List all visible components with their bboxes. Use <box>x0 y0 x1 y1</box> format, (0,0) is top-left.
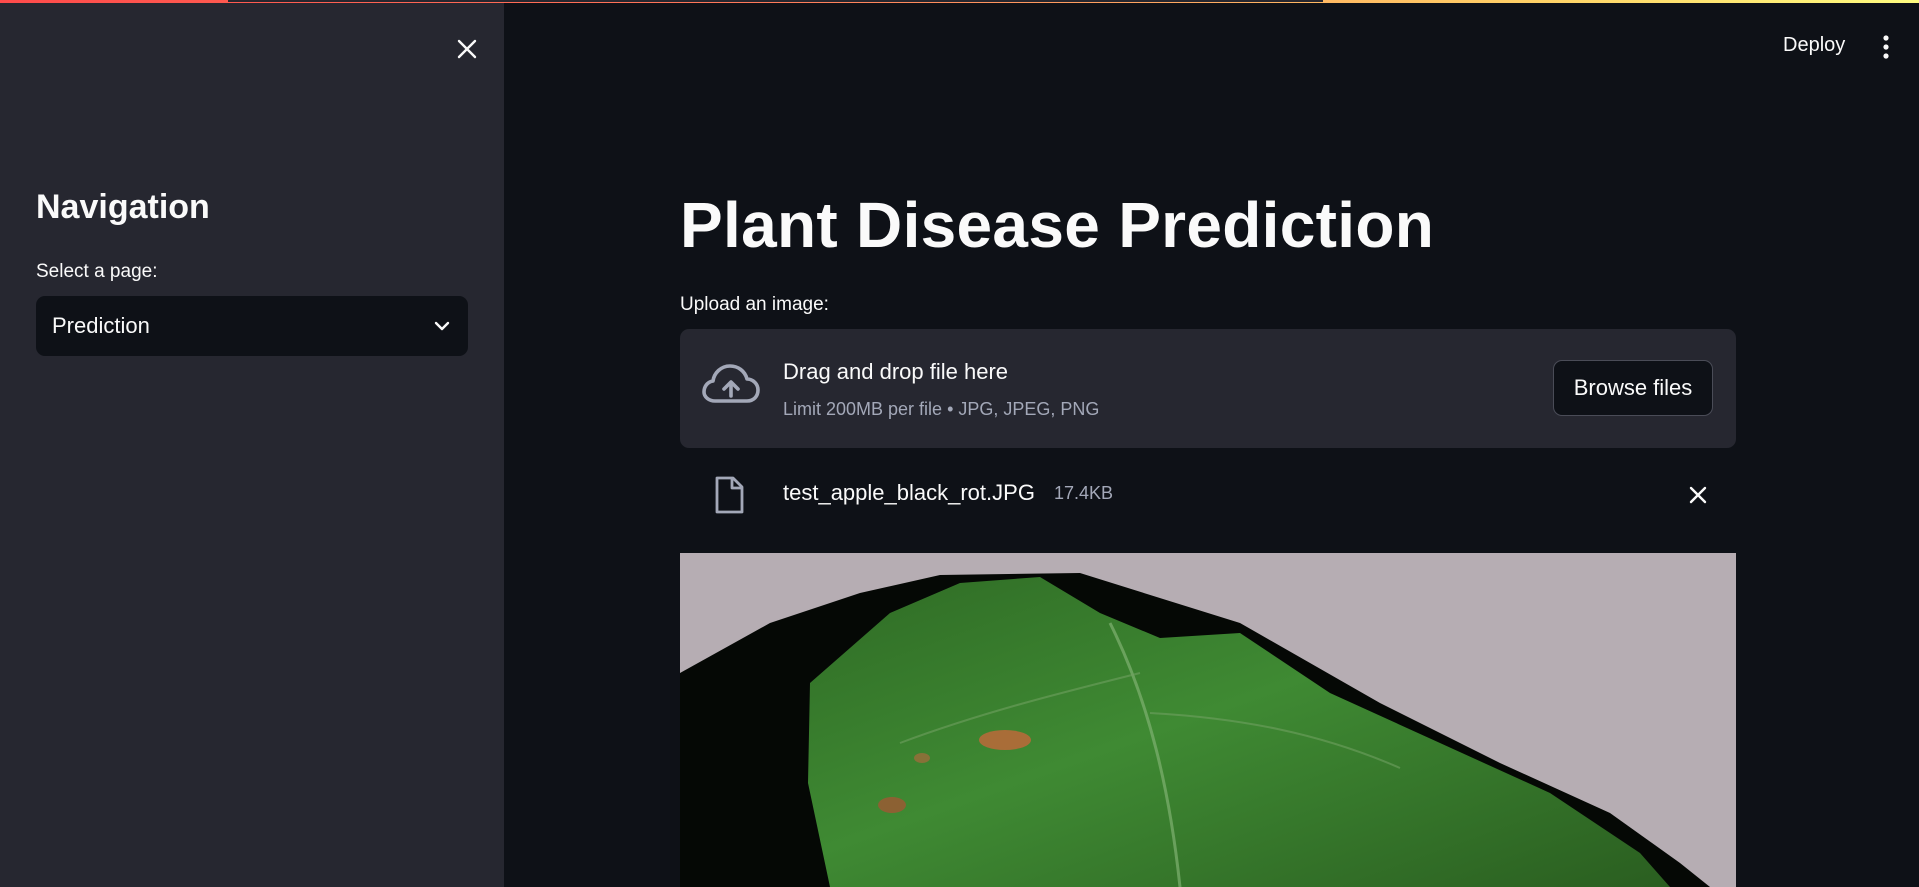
close-icon <box>457 39 477 59</box>
top-decoration-bar <box>0 0 1919 3</box>
upload-label: Upload an image: <box>680 294 829 315</box>
page-select[interactable]: Prediction <box>36 296 468 356</box>
cloud-upload-icon <box>702 364 760 403</box>
uploaded-file-size: 17.4KB <box>1054 483 1114 503</box>
uploaded-file-name: test_apple_black_rot.JPG <box>783 480 1035 505</box>
uploaded-file-row: test_apple_black_rot.JPG 17.4KB <box>680 468 1736 524</box>
page-select-value: Prediction <box>52 313 150 338</box>
main-menu-button[interactable] <box>1876 34 1896 60</box>
chevron-down-icon <box>434 321 450 331</box>
top-bar-overlay <box>228 0 1323 2</box>
sidebar: Navigation Select a page: Prediction <box>0 0 504 887</box>
file-dropzone[interactable]: Drag and drop file here Limit 200MB per … <box>680 329 1736 448</box>
sidebar-close-button[interactable] <box>454 36 480 62</box>
leaf-image <box>680 553 1736 887</box>
page-title: Plant Disease Prediction <box>680 189 1435 261</box>
close-icon <box>1689 486 1707 504</box>
file-icon <box>715 476 744 514</box>
dropzone-limits: Limit 200MB per file • JPG, JPEG, PNG <box>783 399 1100 419</box>
kebab-menu-icon <box>1883 35 1889 59</box>
page-select-label: Select a page: <box>36 261 158 282</box>
uploaded-image-preview <box>680 553 1736 887</box>
browse-files-button[interactable]: Browse files <box>1553 360 1713 416</box>
sidebar-heading: Navigation <box>36 188 210 226</box>
dropzone-title: Drag and drop file here <box>783 359 1009 384</box>
deploy-button[interactable]: Deploy <box>1783 34 1845 57</box>
remove-file-button[interactable] <box>1685 482 1711 508</box>
